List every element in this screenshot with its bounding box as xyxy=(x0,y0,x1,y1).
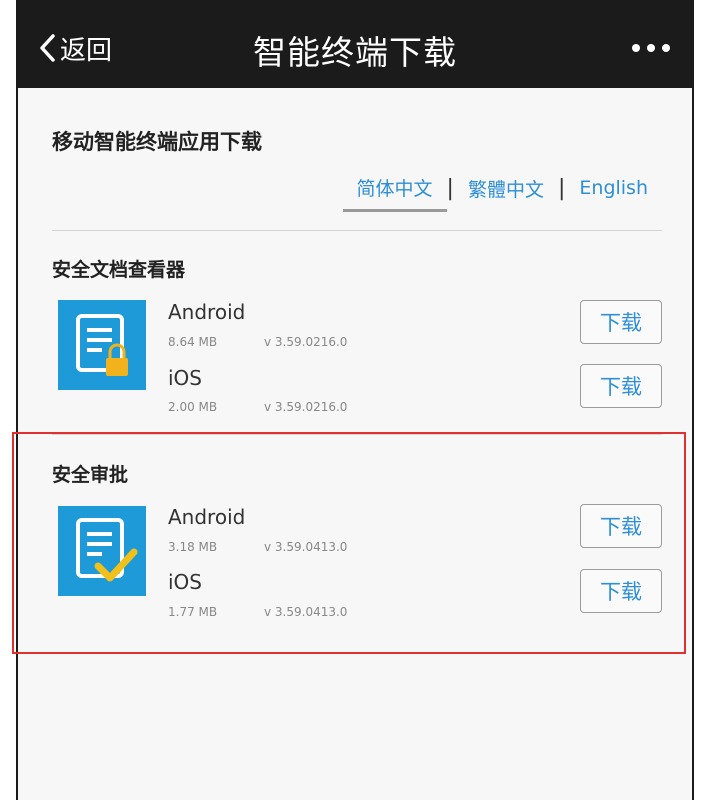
file-size: 8.64 MB xyxy=(168,335,218,349)
lang-separator: | xyxy=(557,175,566,201)
top-bar: 返回 智能终端下载 xyxy=(18,0,692,88)
more-dots-icon xyxy=(632,44,640,52)
highlight-box xyxy=(12,432,686,654)
section-heading: 移动智能终端应用下载 xyxy=(52,130,262,154)
version-label: v 3.59.0216.0 xyxy=(264,400,348,414)
file-size: 2.00 MB xyxy=(168,400,218,414)
build-meta: 2.00 MB v 3.59.0216.0 xyxy=(168,400,347,414)
download-button-android[interactable]: 下载 xyxy=(580,300,662,344)
lang-english[interactable]: English xyxy=(565,175,662,209)
build-meta: 8.64 MB v 3.59.0216.0 xyxy=(168,335,347,349)
language-selector: 简体中文 | 繁體中文 | English xyxy=(342,172,662,212)
platform-label: Android xyxy=(168,300,246,324)
document-lock-icon xyxy=(58,300,146,390)
page-title: 智能终端下载 xyxy=(253,33,457,72)
platform-label: iOS xyxy=(168,366,202,390)
version-label: v 3.59.0216.0 xyxy=(264,335,348,349)
lang-simplified-chinese[interactable]: 简体中文 xyxy=(342,172,447,212)
lang-traditional-chinese[interactable]: 繁體中文 xyxy=(454,173,558,212)
download-button-ios[interactable]: 下载 xyxy=(580,364,662,408)
lang-separator: | xyxy=(446,175,454,201)
app-frame: 返回 智能终端下载 移动智能终端应用下载 简体中文 | 繁體中文 | Engli… xyxy=(16,0,694,800)
app-name: 安全文档查看器 xyxy=(52,259,186,281)
more-menu-button[interactable] xyxy=(632,44,670,52)
divider xyxy=(52,230,662,231)
